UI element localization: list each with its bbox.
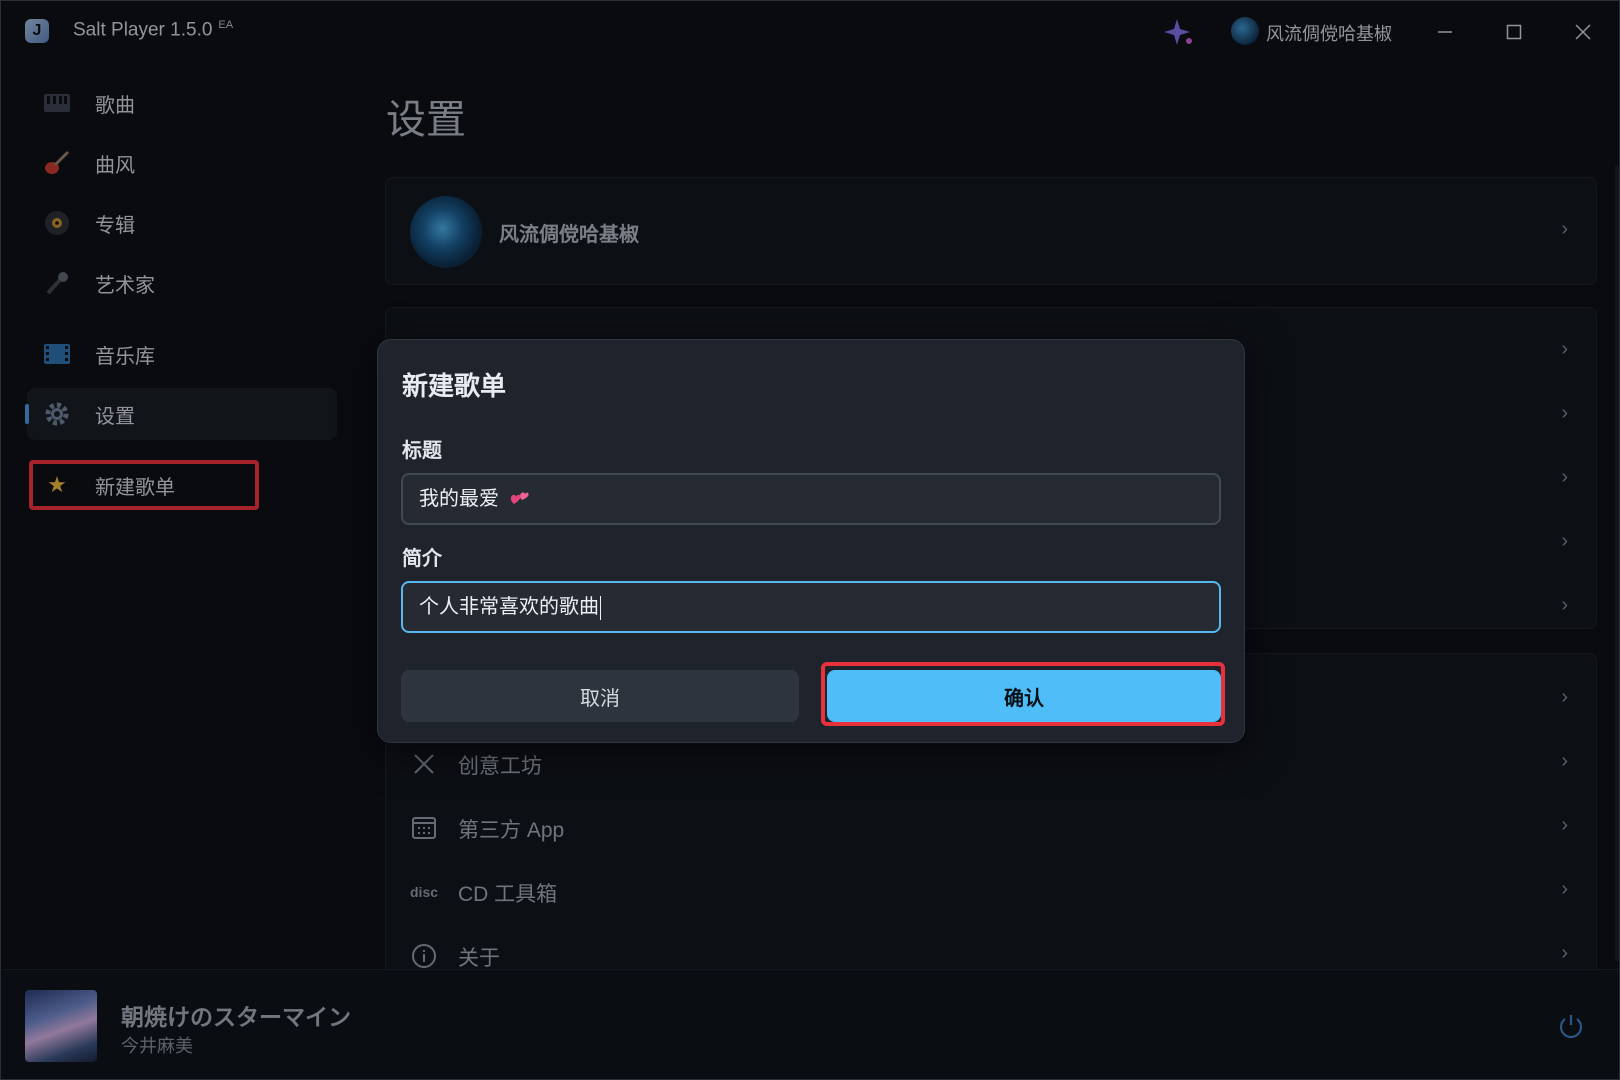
title-input-value: 我的最爱 [419, 488, 499, 510]
description-input-value: 个人非常喜欢的歌曲 [419, 596, 599, 618]
description-field-label: 简介 [402, 548, 442, 570]
dialog-title: 新建歌单 [402, 371, 507, 401]
description-input[interactable]: 个人非常喜欢的歌曲 [401, 581, 1221, 633]
title-input[interactable]: 我的最爱 [401, 473, 1221, 525]
heart-icon [510, 492, 529, 504]
title-field-label: 标题 [402, 440, 442, 462]
confirm-highlight [821, 662, 1225, 726]
app-window: J Salt Player 1.5.0 EA 风流倜傥哈基椒 歌曲 曲风 专辑 … [0, 0, 1620, 1080]
text-caret [600, 595, 601, 620]
cancel-button[interactable]: 取消 [401, 670, 799, 722]
